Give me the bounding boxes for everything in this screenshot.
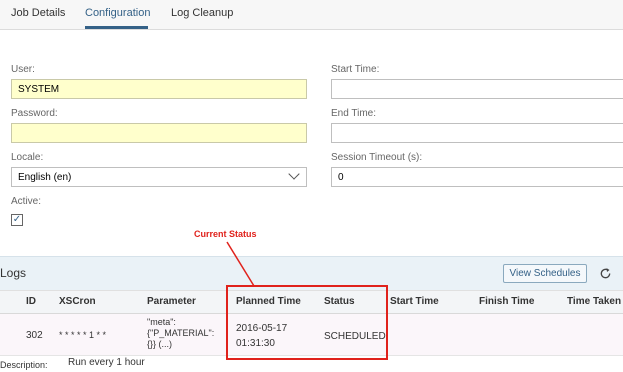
- tab-job-details[interactable]: Job Details: [11, 7, 65, 19]
- column-header-id[interactable]: ID: [26, 296, 36, 307]
- active-tab-indicator: [85, 26, 148, 29]
- logs-title: Logs: [0, 266, 27, 280]
- end-time-label: End Time:: [331, 108, 377, 119]
- session-timeout-field[interactable]: 0: [331, 167, 623, 187]
- user-label: User:: [11, 64, 35, 75]
- column-header-parameter[interactable]: Parameter: [147, 296, 196, 307]
- current-status-annotation: Current Status: [194, 229, 257, 239]
- start-time-label: Start Time:: [331, 64, 380, 75]
- end-time-field[interactable]: [331, 123, 623, 143]
- session-timeout-label: Session Timeout (s):: [331, 152, 423, 163]
- locale-selected-value: English (en): [18, 172, 72, 183]
- tab-bar: Job Details Configuration Log Cleanup: [0, 0, 623, 30]
- row-id: 302: [26, 330, 43, 341]
- password-label: Password:: [11, 108, 58, 119]
- description-value: Run every 1 hour: [68, 357, 145, 368]
- row-planned-date: 2016-05-17: [236, 323, 288, 334]
- column-header-finish-time[interactable]: Finish Time: [479, 296, 534, 307]
- column-header-start-time[interactable]: Start Time: [390, 296, 439, 307]
- description-label: Description:: [0, 360, 48, 370]
- locale-label: Locale:: [11, 152, 44, 163]
- start-time-field[interactable]: [331, 79, 623, 99]
- tab-configuration[interactable]: Configuration: [85, 7, 150, 19]
- active-checkbox[interactable]: ✓: [11, 214, 23, 226]
- refresh-icon[interactable]: [599, 267, 612, 280]
- column-header-status[interactable]: Status: [324, 296, 355, 307]
- locale-select[interactable]: English (en): [11, 167, 307, 187]
- user-field[interactable]: SYSTEM: [11, 79, 307, 99]
- row-parameter: "meta": {"P_MATERIAL": {}} (...): [147, 317, 214, 350]
- password-field[interactable]: [11, 123, 307, 143]
- row-parameter-line: {}} (...): [147, 339, 173, 349]
- row-status: SCHEDULED: [324, 331, 386, 342]
- view-schedules-button[interactable]: View Schedules: [503, 264, 587, 283]
- row-parameter-line: "meta":: [147, 317, 176, 327]
- column-header-xscron[interactable]: XSCron: [59, 296, 96, 307]
- column-header-time-taken[interactable]: Time Taken: [567, 296, 621, 307]
- tab-log-cleanup[interactable]: Log Cleanup: [171, 7, 233, 19]
- row-xscron: * * * * * 1 * *: [59, 330, 107, 340]
- active-label: Active:: [11, 196, 42, 207]
- column-header-planned-time[interactable]: Planned Time: [236, 296, 301, 307]
- row-parameter-line: {"P_MATERIAL":: [147, 328, 215, 338]
- row-planned-time: 01:31:30: [236, 338, 275, 349]
